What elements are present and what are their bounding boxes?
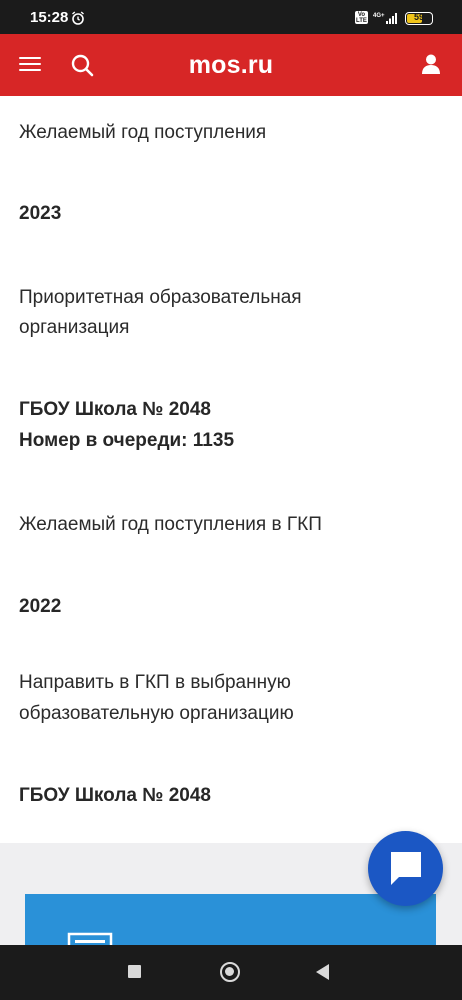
site-logo[interactable]: mos.ru (0, 51, 462, 80)
field-label-year: Желаемый год поступления (19, 122, 267, 143)
field-value-queue-number: Номер в очереди: 1135 (19, 430, 235, 451)
battery-icon: 59 (405, 12, 433, 25)
svg-text:4G+: 4G+ (373, 13, 385, 19)
app-header: mos.ru (0, 34, 462, 96)
chat-button[interactable] (368, 831, 443, 906)
alarm-icon (72, 11, 84, 25)
field-value-school: ГБОУ Школа № 2048 (19, 399, 211, 420)
field-label-priority-org-line-2: организация (19, 317, 130, 338)
volte-icon: Vo LTE (355, 11, 368, 24)
battery-text: 59 (413, 12, 424, 22)
user-icon[interactable] (419, 52, 443, 76)
recents-icon[interactable] (128, 965, 141, 978)
field-value-gkp-school: ГБОУ Школа № 2048 (19, 785, 211, 806)
field-value-year: 2023 (19, 203, 62, 224)
field-label-gkp-year: Желаемый год поступления в ГКП (19, 514, 322, 535)
field-value-gkp-year: 2022 (19, 596, 62, 617)
status-time: 15:28 (30, 9, 69, 26)
signal-icon: 4G+ (373, 13, 397, 24)
system-nav-bar (0, 945, 462, 1000)
status-bar: 15:28 Vo LTE 4G+ 59 (0, 0, 462, 34)
field-label-gkp-direct-line-1: Направить в ГКП в выбранную (19, 672, 291, 693)
home-icon[interactable] (220, 962, 240, 982)
field-label-gkp-direct-line-2: образовательную организацию (19, 703, 294, 724)
back-icon[interactable] (316, 964, 329, 980)
chat-icon (391, 852, 421, 885)
field-label-priority-org-line-1: Приоритетная образовательная (19, 287, 302, 308)
